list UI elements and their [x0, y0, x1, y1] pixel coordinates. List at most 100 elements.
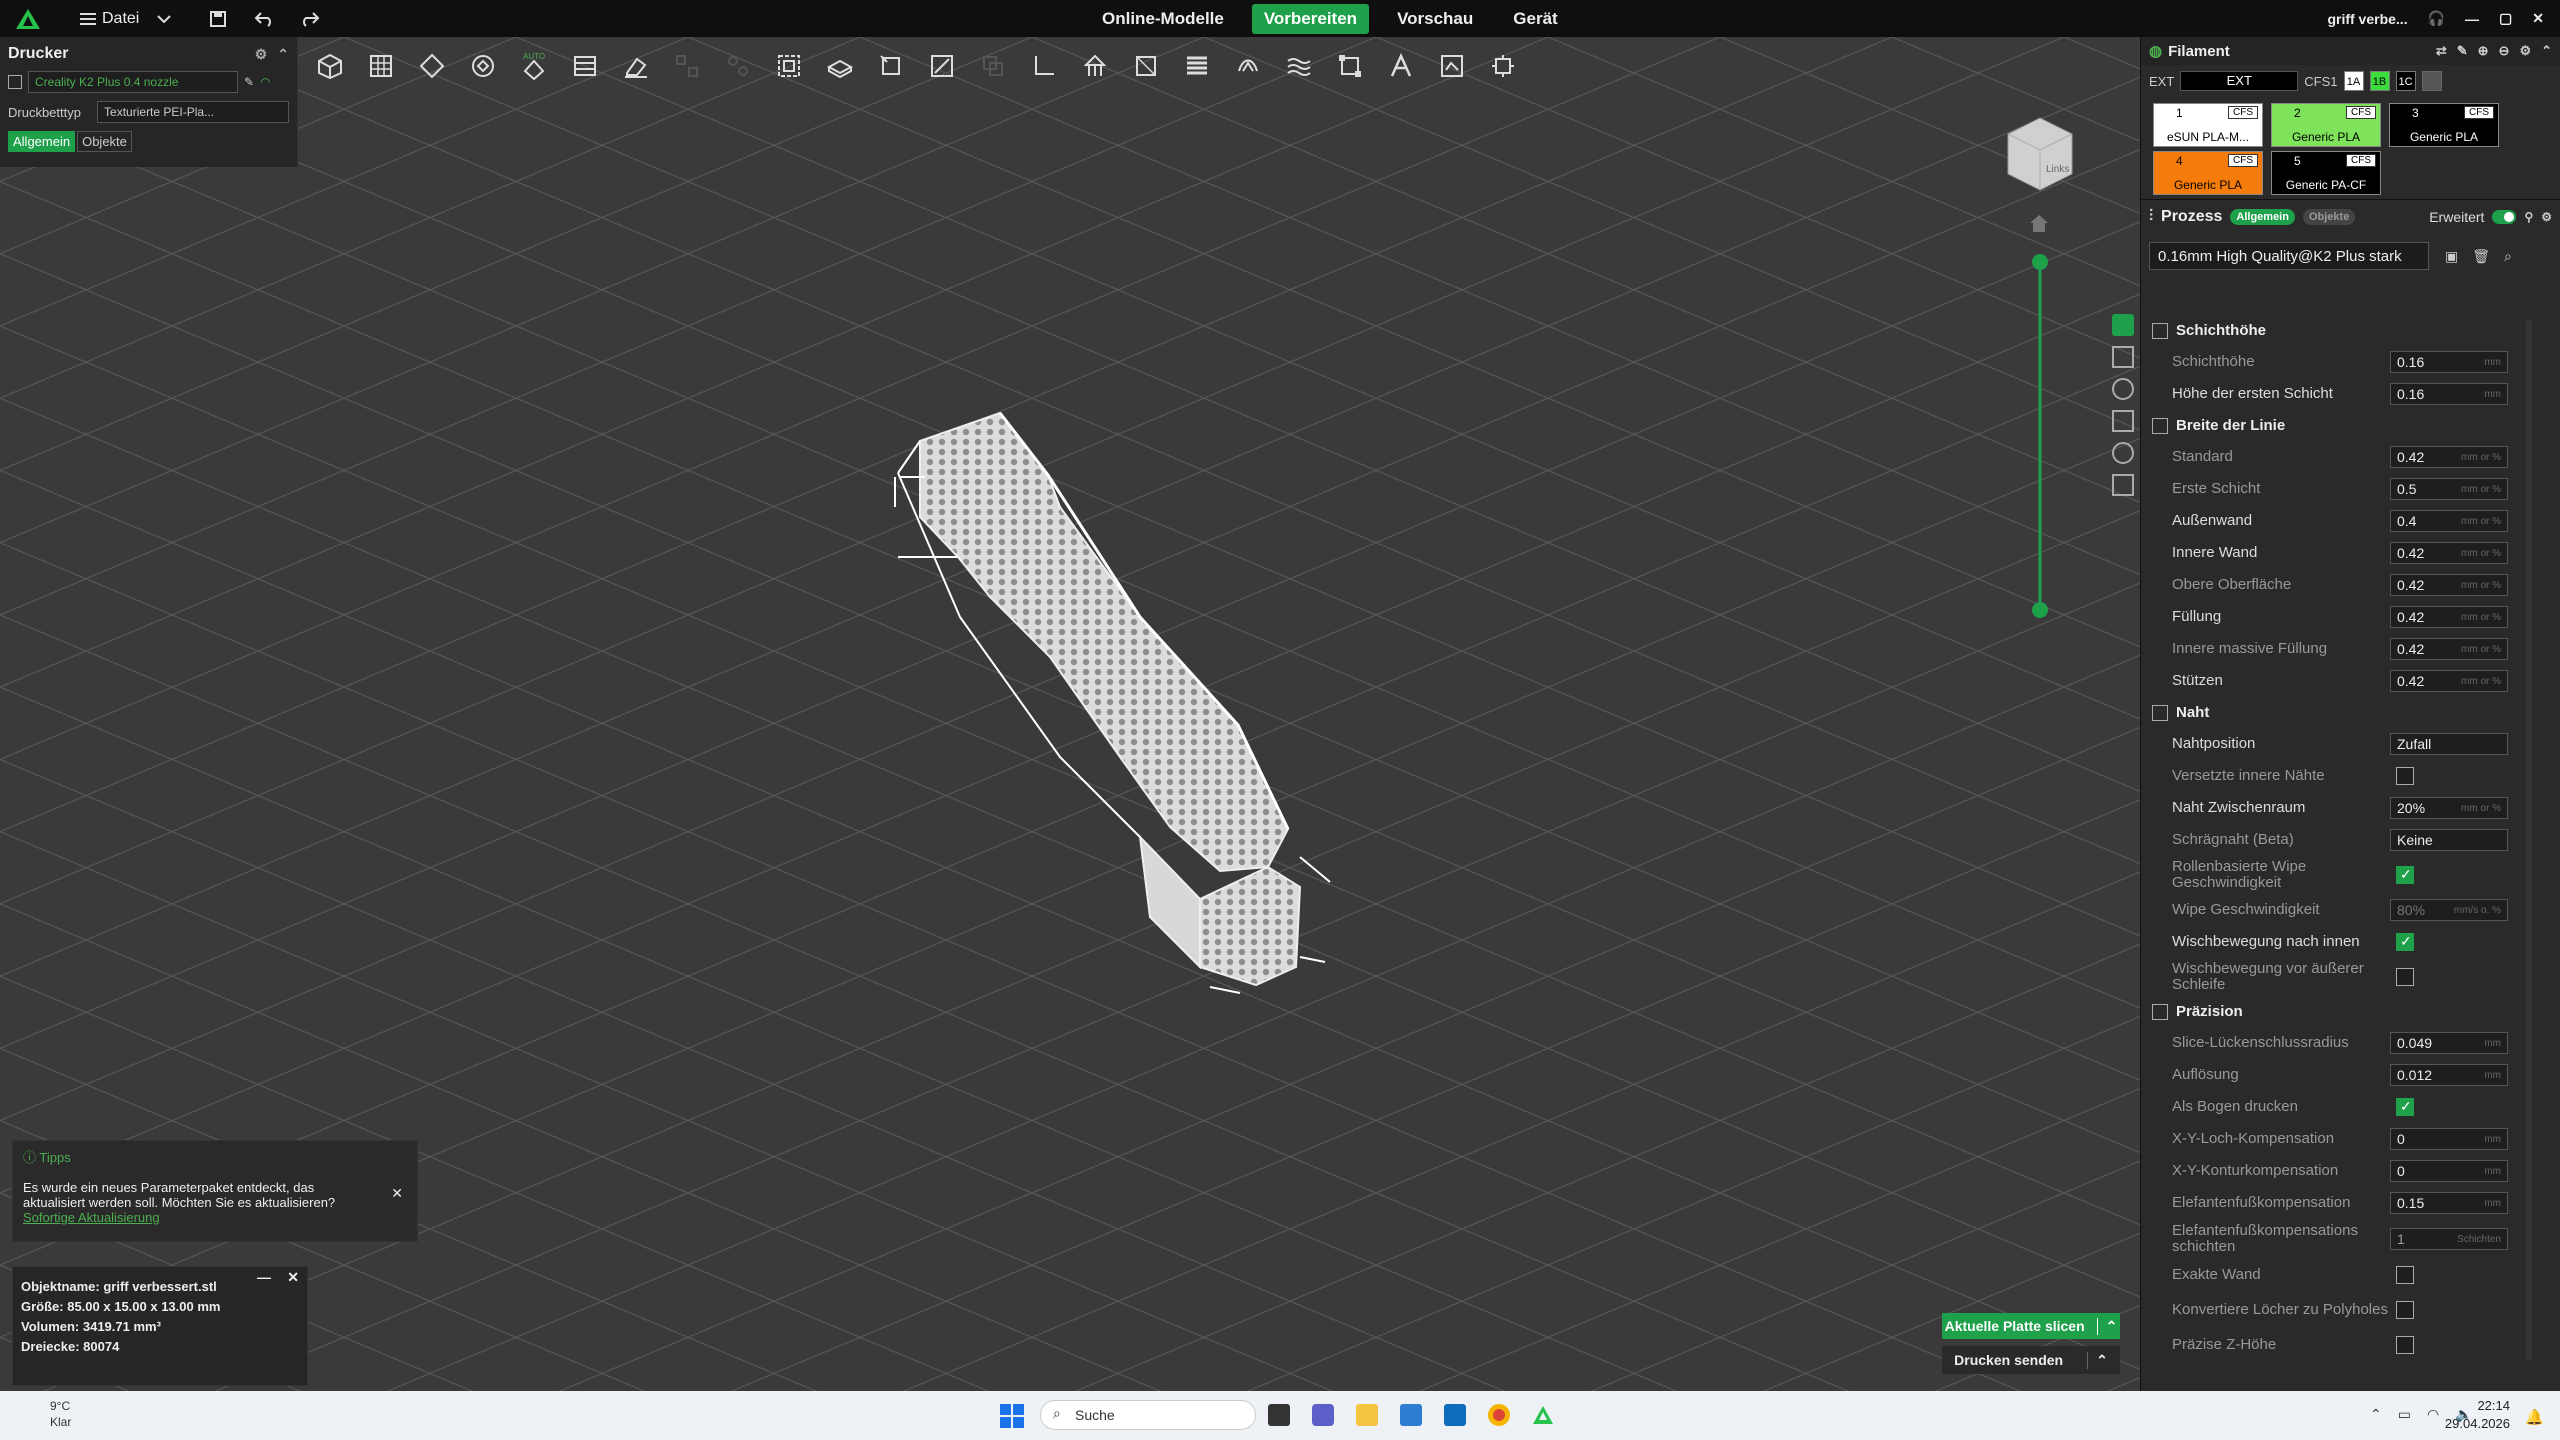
- resolution-input[interactable]: 0.012 mm: [2390, 1064, 2508, 1086]
- seam-gap-input[interactable]: 20% mm or %: [2390, 797, 2508, 819]
- strength-tab-icon[interactable]: [2112, 346, 2134, 368]
- width-infill-input[interactable]: 0.42 mm or %: [2390, 606, 2508, 628]
- arrange-icon[interactable]: [412, 46, 452, 86]
- preset-save-icon[interactable]: ▣: [2445, 248, 2458, 265]
- filament-item[interactable]: 2 CFS Generic PLA: [2271, 103, 2381, 147]
- width-standard-input[interactable]: 0.42 mm or %: [2390, 446, 2508, 468]
- quality-tab-icon[interactable]: [2112, 314, 2134, 336]
- task-view-icon[interactable]: [1268, 1404, 1290, 1426]
- svg-tool-icon[interactable]: [1432, 46, 1472, 86]
- seam-icon[interactable]: [1126, 46, 1166, 86]
- outlook-icon[interactable]: [1444, 1404, 1466, 1426]
- printer-tab-objects[interactable]: Objekte: [77, 131, 132, 152]
- emboss-icon[interactable]: [1228, 46, 1268, 86]
- process-preset-select[interactable]: 0.16mm High Quality@K2 Plus stark: [2149, 242, 2429, 270]
- filament-item[interactable]: 5 CFS Generic PA-CF: [2271, 151, 2381, 195]
- filament-sync-icon[interactable]: ⇄: [2436, 43, 2447, 59]
- slot-1c[interactable]: 1C: [2395, 71, 2416, 91]
- variable-layer-icon[interactable]: [1177, 46, 1217, 86]
- notification-bell-icon[interactable]: 🔔: [2525, 1408, 2544, 1426]
- slice-options-chevron-icon[interactable]: ⌃: [2096, 1317, 2117, 1335]
- filament-edit-icon[interactable]: ✎: [2457, 43, 2468, 59]
- send-print-button[interactable]: Drucken senden ⌃: [1942, 1346, 2120, 1374]
- bed-type-select[interactable]: Texturierte PEI-Pla...: [97, 101, 289, 123]
- windows-start-icon[interactable]: [998, 1402, 1026, 1430]
- layer-slider[interactable]: [2030, 252, 2050, 622]
- speed-tab-icon[interactable]: [2112, 378, 2134, 400]
- orient-icon[interactable]: [463, 46, 503, 86]
- close-icon[interactable]: ✕: [2532, 10, 2544, 27]
- gap-closing-input[interactable]: 0.049 mm: [2390, 1032, 2508, 1054]
- file-menu-button[interactable]: Datei: [80, 10, 172, 28]
- tips-update-link[interactable]: Sofortige Aktualisierung: [23, 1210, 160, 1225]
- filament-item[interactable]: 4 CFS Generic PLA: [2153, 151, 2263, 195]
- ext-slot[interactable]: EXT: [2180, 71, 2299, 91]
- weather-widget[interactable]: 9°C Klar: [30, 1398, 71, 1430]
- advanced-toggle[interactable]: [2492, 210, 2517, 224]
- width-support-input[interactable]: 0.42 mm or %: [2390, 670, 2508, 692]
- first-layer-height-input[interactable]: 0.16 mm: [2390, 383, 2508, 405]
- chrome-icon[interactable]: [1488, 1404, 1510, 1426]
- cut-icon[interactable]: [820, 46, 860, 86]
- headset-icon[interactable]: 🎧: [2428, 10, 2445, 27]
- tab-prepare[interactable]: Vorbereiten: [1251, 3, 1370, 34]
- wipe-inward-checkbox[interactable]: [2396, 933, 2414, 951]
- elephant-foot-layers-input[interactable]: 1 Schichten: [2390, 1228, 2508, 1250]
- filament-remove-icon[interactable]: ⊖: [2499, 43, 2510, 59]
- slot-1a[interactable]: 1A: [2343, 71, 2364, 91]
- monitor-icon[interactable]: ▭: [2398, 1406, 2411, 1423]
- support-tab-icon[interactable]: [2112, 410, 2134, 432]
- settings-gear-icon[interactable]: ⚙: [255, 46, 268, 63]
- width-outer-wall-input[interactable]: 0.4 mm or %: [2390, 510, 2508, 532]
- home-view-icon[interactable]: [2027, 212, 2051, 236]
- slot-extra[interactable]: [2421, 71, 2442, 91]
- fuzzy-skin-icon[interactable]: [1279, 46, 1319, 86]
- printer-tab-general[interactable]: Allgemein: [8, 131, 76, 152]
- save-icon[interactable]: [207, 8, 229, 30]
- process-settings-icon[interactable]: ⚙: [2541, 210, 2552, 224]
- scale-icon[interactable]: [769, 46, 809, 86]
- staggered-seams-checkbox[interactable]: [2396, 767, 2414, 785]
- send-options-chevron-icon[interactable]: ⌃: [2087, 1351, 2108, 1369]
- object-info-minimize-icon[interactable]: —: [257, 1267, 271, 1287]
- collapse-icon[interactable]: ⌃: [277, 46, 289, 63]
- add-plate-icon[interactable]: [361, 46, 401, 86]
- tab-device[interactable]: Gerät: [1501, 4, 1569, 34]
- taskbar-search[interactable]: ⌕ Suche: [1040, 1400, 1256, 1430]
- paint-icon[interactable]: [922, 46, 962, 86]
- settings-scrollbar[interactable]: [2526, 320, 2532, 1360]
- width-inner-wall-input[interactable]: 0.42 mm or %: [2390, 542, 2508, 564]
- file-explorer-icon[interactable]: [1356, 1404, 1378, 1426]
- tray-chevron-icon[interactable]: ⌃: [2370, 1406, 2382, 1423]
- filament-item[interactable]: 3 CFS Generic PLA: [2389, 103, 2499, 147]
- slice-plate-button[interactable]: Aktuelle Platte slicen ⌃: [1942, 1313, 2120, 1339]
- teams-icon[interactable]: [1312, 1404, 1334, 1426]
- width-solid-infill-input[interactable]: 0.42 mm or %: [2390, 638, 2508, 660]
- eraser-icon[interactable]: [616, 46, 656, 86]
- view-cube[interactable]: Links: [2000, 112, 2084, 202]
- printer-select[interactable]: Creality K2 Plus 0.4 nozzle: [28, 71, 238, 93]
- maximize-icon[interactable]: ▢: [2499, 10, 2512, 27]
- scarf-seam-select[interactable]: Keine: [2390, 829, 2508, 851]
- layer-height-input[interactable]: 0.16 mm: [2390, 351, 2508, 373]
- support-icon[interactable]: [1075, 46, 1115, 86]
- taskbar-clock[interactable]: 22:14 29.04.2026: [2445, 1397, 2510, 1433]
- minimize-icon[interactable]: —: [2465, 11, 2479, 27]
- multimaterial-tab-icon[interactable]: [2112, 474, 2134, 496]
- width-top-surface-input[interactable]: 0.42 mm or %: [2390, 574, 2508, 596]
- assembly-icon[interactable]: [1483, 46, 1523, 86]
- filament-settings-icon[interactable]: ⚙: [2519, 43, 2531, 59]
- process-tab-objects[interactable]: Objekte: [2302, 209, 2356, 225]
- process-tab-general[interactable]: Allgemein: [2230, 209, 2295, 225]
- xy-contour-compensation-input[interactable]: 0 mm: [2390, 1160, 2508, 1182]
- precise-z-checkbox[interactable]: [2396, 1336, 2414, 1354]
- edit-icon[interactable]: ✎: [244, 75, 254, 89]
- creality-print-icon[interactable]: [1532, 1404, 1554, 1426]
- layers-icon[interactable]: [565, 46, 605, 86]
- preset-delete-icon[interactable]: 🗑: [2472, 248, 2490, 265]
- preset-search-icon[interactable]: ⌕: [2504, 248, 2512, 265]
- width-first-layer-input[interactable]: 0.5 mm or %: [2390, 478, 2508, 500]
- wipe-speed-input[interactable]: 80% mm/s o. %: [2390, 899, 2508, 921]
- tab-online-models[interactable]: Online-Modelle: [1090, 4, 1236, 34]
- filament-collapse-icon[interactable]: ⌃: [2541, 43, 2552, 59]
